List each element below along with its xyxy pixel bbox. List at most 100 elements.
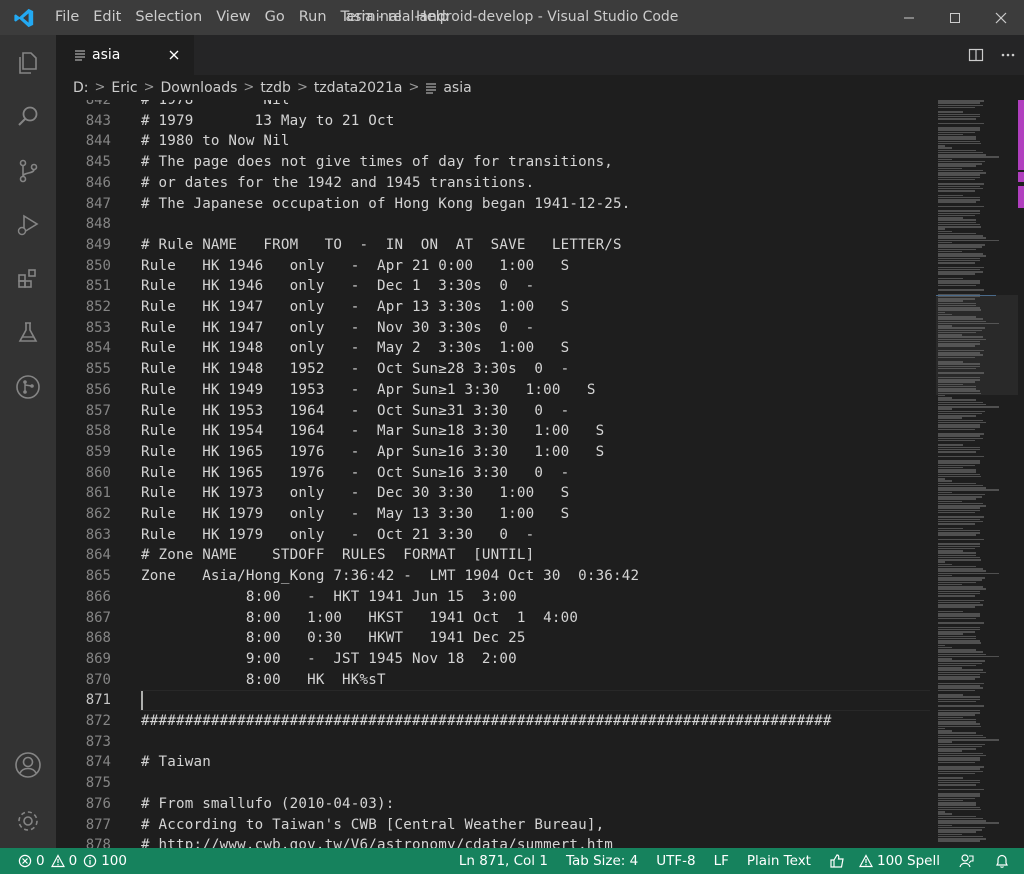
code-text: Zone Asia/Hong_Kong 7:36:42 - LMT 1904 O… [141,568,640,585]
code-line[interactable]: 854 Rule HK 1948 only - May 2 3:30s 1:00 … [56,338,936,359]
code-editor[interactable]: 842 # 1978 Nil 843 # 1979 13 May to 21 Oct 8… [56,100,936,848]
code-line[interactable]: 844 # 1980 to Now Nil [56,131,936,152]
code-line[interactable]: 868 8:00 0:30 HKWT 1941 Dec 25 [56,628,936,649]
manage-gear-icon[interactable] [0,795,56,847]
code-line[interactable]: 857 Rule HK 1953 1964 - Oct Sun≥31 3:30 0… [56,401,936,422]
code-line[interactable]: 866 8:00 - HKT 1941 Jun 15 3:00 [56,587,936,608]
encoding[interactable]: UTF-8 [645,848,706,874]
language-mode[interactable]: Plain Text [740,848,822,874]
thumbs-up-icon[interactable] [822,848,852,874]
close-tab-icon[interactable] [166,47,182,63]
menu-run[interactable]: Run [292,0,334,35]
minimap-line [938,511,976,514]
source-control-icon[interactable] [0,145,56,197]
code-line[interactable]: 846 # or dates for the 1942 and 1945 tran… [56,173,936,194]
code-line[interactable]: 874 # Taiwan [56,752,936,773]
tab-bar: asia [56,35,1024,75]
menu-terminal[interactable]: Terminal [334,0,409,35]
code-line[interactable]: 851 Rule HK 1946 only - Dec 1 3:30s 0 - [56,276,936,297]
code-line[interactable]: 860 Rule HK 1965 1976 - Oct Sun≥16 3:30 0… [56,463,936,484]
line-number: 853 [85,319,111,336]
run-debug-icon[interactable] [0,199,56,251]
code-line[interactable]: 856 Rule HK 1949 1953 - Apr Sun≥1 3:30 1:… [56,380,936,401]
explorer-icon[interactable] [0,37,56,89]
code-line[interactable]: 845 # The page does not give times of day… [56,152,936,173]
code-line[interactable]: 847 # The Japanese occupation of Hong Kon… [56,194,936,215]
code-line[interactable]: 875 [56,773,936,794]
code-line[interactable]: 848 [56,214,936,235]
maximize-button[interactable] [932,0,978,35]
line-number: 859 [85,443,111,460]
code-line[interactable]: 849 # Rule NAME FROM TO - IN ON AT SAVE L… [56,235,936,256]
code-line[interactable]: 850 Rule HK 1946 only - Apr 21 0:00 1:00 … [56,256,936,277]
split-editor-icon[interactable] [960,35,992,75]
minimap[interactable] [936,100,1020,848]
more-actions-icon[interactable] [992,35,1024,75]
breadcrumb-drive[interactable]: D: [73,80,89,96]
menu-view[interactable]: View [209,0,257,35]
menu-help[interactable]: Help [409,0,456,35]
vertical-scrollbar[interactable] [1018,100,1024,848]
account-icon[interactable] [0,739,56,791]
code-line[interactable]: 842 # 1978 Nil [56,100,936,111]
code-text: Rule HK 1973 only - Dec 30 3:30 1:00 S [141,485,570,502]
line-number: 866 [85,588,111,605]
remote-git-icon[interactable] [0,361,56,413]
code-line[interactable]: 858 Rule HK 1954 1964 - Mar Sun≥18 3:30 1… [56,421,936,442]
code-line[interactable]: 861 Rule HK 1973 only - Dec 30 3:30 1:00 … [56,483,936,504]
line-number: 857 [85,402,111,419]
code-line[interactable]: 878 # http://www.cwb.gov.tw/V6/astronomy/… [56,835,936,848]
code-line[interactable]: 873 [56,732,936,753]
minimap-line [938,617,977,619]
code-line[interactable]: 853 Rule HK 1947 only - Nov 30 3:30s 0 - [56,318,936,339]
tab-size[interactable]: Tab Size: 4 [559,848,645,874]
title-bar: File Edit Selection View Go Run Terminal… [0,0,1024,35]
code-line[interactable]: 859 Rule HK 1965 1976 - Apr Sun≥16 3:30 1… [56,442,936,463]
code-line[interactable]: 855 Rule HK 1948 1952 - Oct Sun≥28 3:30s … [56,359,936,380]
code-line[interactable]: 843 # 1979 13 May to 21 Oct [56,111,936,132]
line-number: 850 [85,257,111,274]
tab-asia[interactable]: asia [56,35,194,75]
code-line[interactable]: 877 # According to Taiwan's CWB [Central … [56,815,936,836]
code-line[interactable]: 865 Zone Asia/Hong_Kong 7:36:42 - LMT 190… [56,566,936,587]
code-line[interactable]: 871 [56,690,936,711]
breadcrumb-eric[interactable]: Eric [111,80,137,96]
code-line[interactable]: 852 Rule HK 1947 only - Apr 13 3:30s 1:00… [56,297,936,318]
extensions-icon[interactable] [0,253,56,305]
problems-indicator[interactable]: 0 0 100 [0,848,134,874]
line-number: 843 [85,112,111,129]
file-lines-icon [425,82,437,94]
breadcrumb-downloads[interactable]: Downloads [161,80,238,96]
feedback-icon[interactable] [947,848,982,874]
breadcrumb-file[interactable]: asia [443,80,471,96]
notifications-bell-icon[interactable] [982,848,1024,874]
menu-go[interactable]: Go [258,0,292,35]
code-line[interactable]: 864 # Zone NAME STDOFF RULES FORMAT [UNTI… [56,545,936,566]
code-line[interactable]: 863 Rule HK 1979 only - Oct 21 3:30 0 - [56,525,936,546]
close-window-button[interactable] [978,0,1024,35]
minimize-button[interactable] [886,0,932,35]
testing-flask-icon[interactable] [0,307,56,359]
minimap-line [938,345,976,347]
search-icon[interactable] [0,91,56,143]
spell-count: 100 Spell [876,853,940,869]
menu-selection[interactable]: Selection [128,0,209,35]
code-text: Rule HK 1965 1976 - Apr Sun≥16 3:30 1:00… [141,443,605,460]
cursor-position[interactable]: Ln 871, Col 1 [452,848,559,874]
minimap-line [938,190,975,192]
code-text: Rule HK 1946 only - Dec 1 3:30s 0 - [141,278,535,295]
breadcrumb-tzdb[interactable]: tzdb [260,80,291,96]
code-line[interactable]: 870 8:00 HK HK%sT [56,670,936,691]
code-line[interactable]: 869 9:00 - JST 1945 Nov 18 2:00 [56,649,936,670]
menu-file[interactable]: File [48,0,86,35]
menu-edit[interactable]: Edit [86,0,128,35]
code-line[interactable]: 872 #####################################… [56,711,936,732]
code-line[interactable]: 867 8:00 1:00 HKST 1941 Oct 1 4:00 [56,608,936,629]
code-line[interactable]: 876 # From smallufo (2010-04-03): [56,794,936,815]
code-line[interactable]: 862 Rule HK 1979 only - May 13 3:30 1:00 … [56,504,936,525]
status-bar: 0 0 100 Ln 871, Col 1 Tab Size: 4 UTF-8 … [0,848,1024,874]
spell-indicator[interactable]: 100 Spell [852,848,947,874]
breadcrumb-tzdata[interactable]: tzdata2021a [314,80,403,96]
end-of-line[interactable]: LF [707,848,740,874]
code-text: Rule HK 1947 only - Apr 13 3:30s 1:00 S [141,299,570,315]
